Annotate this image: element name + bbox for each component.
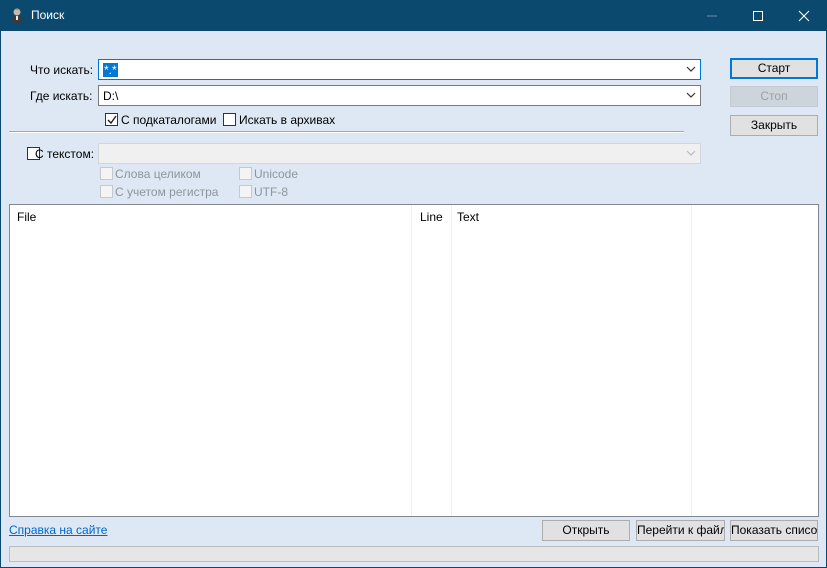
close-window-button[interactable] [781,0,827,31]
start-button[interactable]: Старт [730,58,818,79]
window-title: Поиск [31,8,65,22]
with-text-label[interactable]: С текстом: [35,147,94,161]
chevron-down-icon[interactable] [686,66,696,73]
checkmark-icon [107,115,117,125]
column-header-text[interactable]: Text [457,210,479,224]
utf8-label[interactable]: UTF-8 [254,185,288,199]
archives-label[interactable]: Искать в архивах [239,113,335,127]
unicode-checkbox[interactable] [239,167,252,180]
search-text-combobox[interactable] [98,143,701,164]
whole-words-checkbox[interactable] [100,167,113,180]
minimize-icon [707,15,717,17]
minimize-button[interactable] [689,0,735,31]
column-header-line[interactable]: Line [420,210,443,224]
stop-button[interactable]: Стоп [730,86,818,107]
search-path-value: D:\ [103,89,119,103]
help-link[interactable]: Справка на сайте [9,523,107,537]
subdirs-checkbox[interactable] [105,113,118,126]
maximize-icon [753,11,763,21]
search-mask-combobox[interactable]: *.* [98,59,701,80]
search-path-combobox[interactable]: D:\ [98,85,701,106]
open-button[interactable]: Открыть [542,520,630,541]
results-list[interactable]: File Line Text [9,204,819,517]
search-mask-value: *.* [103,63,118,77]
column-header-file[interactable]: File [17,210,36,224]
goto-file-button[interactable]: Перейти к файлу [636,520,725,541]
separator [9,131,684,133]
column-divider [411,205,412,516]
case-sensitive-checkbox[interactable] [100,185,113,198]
chevron-down-icon[interactable] [686,92,696,99]
show-list-button[interactable]: Показать список [730,520,818,541]
search-mask-label: Что искать: [30,63,94,77]
app-icon [9,7,25,23]
column-divider [451,205,452,516]
search-path-label: Где искать: [30,89,93,103]
unicode-label[interactable]: Unicode [254,167,298,181]
column-divider [691,205,692,516]
title-bar: Поиск [0,0,827,31]
archives-checkbox[interactable] [223,113,236,126]
chevron-down-icon[interactable] [686,150,696,157]
case-sensitive-label[interactable]: С учетом регистра [115,185,218,199]
utf8-checkbox[interactable] [239,185,252,198]
subdirs-label[interactable]: С подкаталогами [121,113,216,127]
close-icon [798,10,810,22]
status-bar [9,546,819,562]
maximize-button[interactable] [735,0,781,31]
whole-words-label[interactable]: Слова целиком [115,167,201,181]
dialog-client-area: Что искать: *.* Где искать: D:\ С подкат… [1,31,826,567]
close-button[interactable]: Закрыть [730,115,818,136]
